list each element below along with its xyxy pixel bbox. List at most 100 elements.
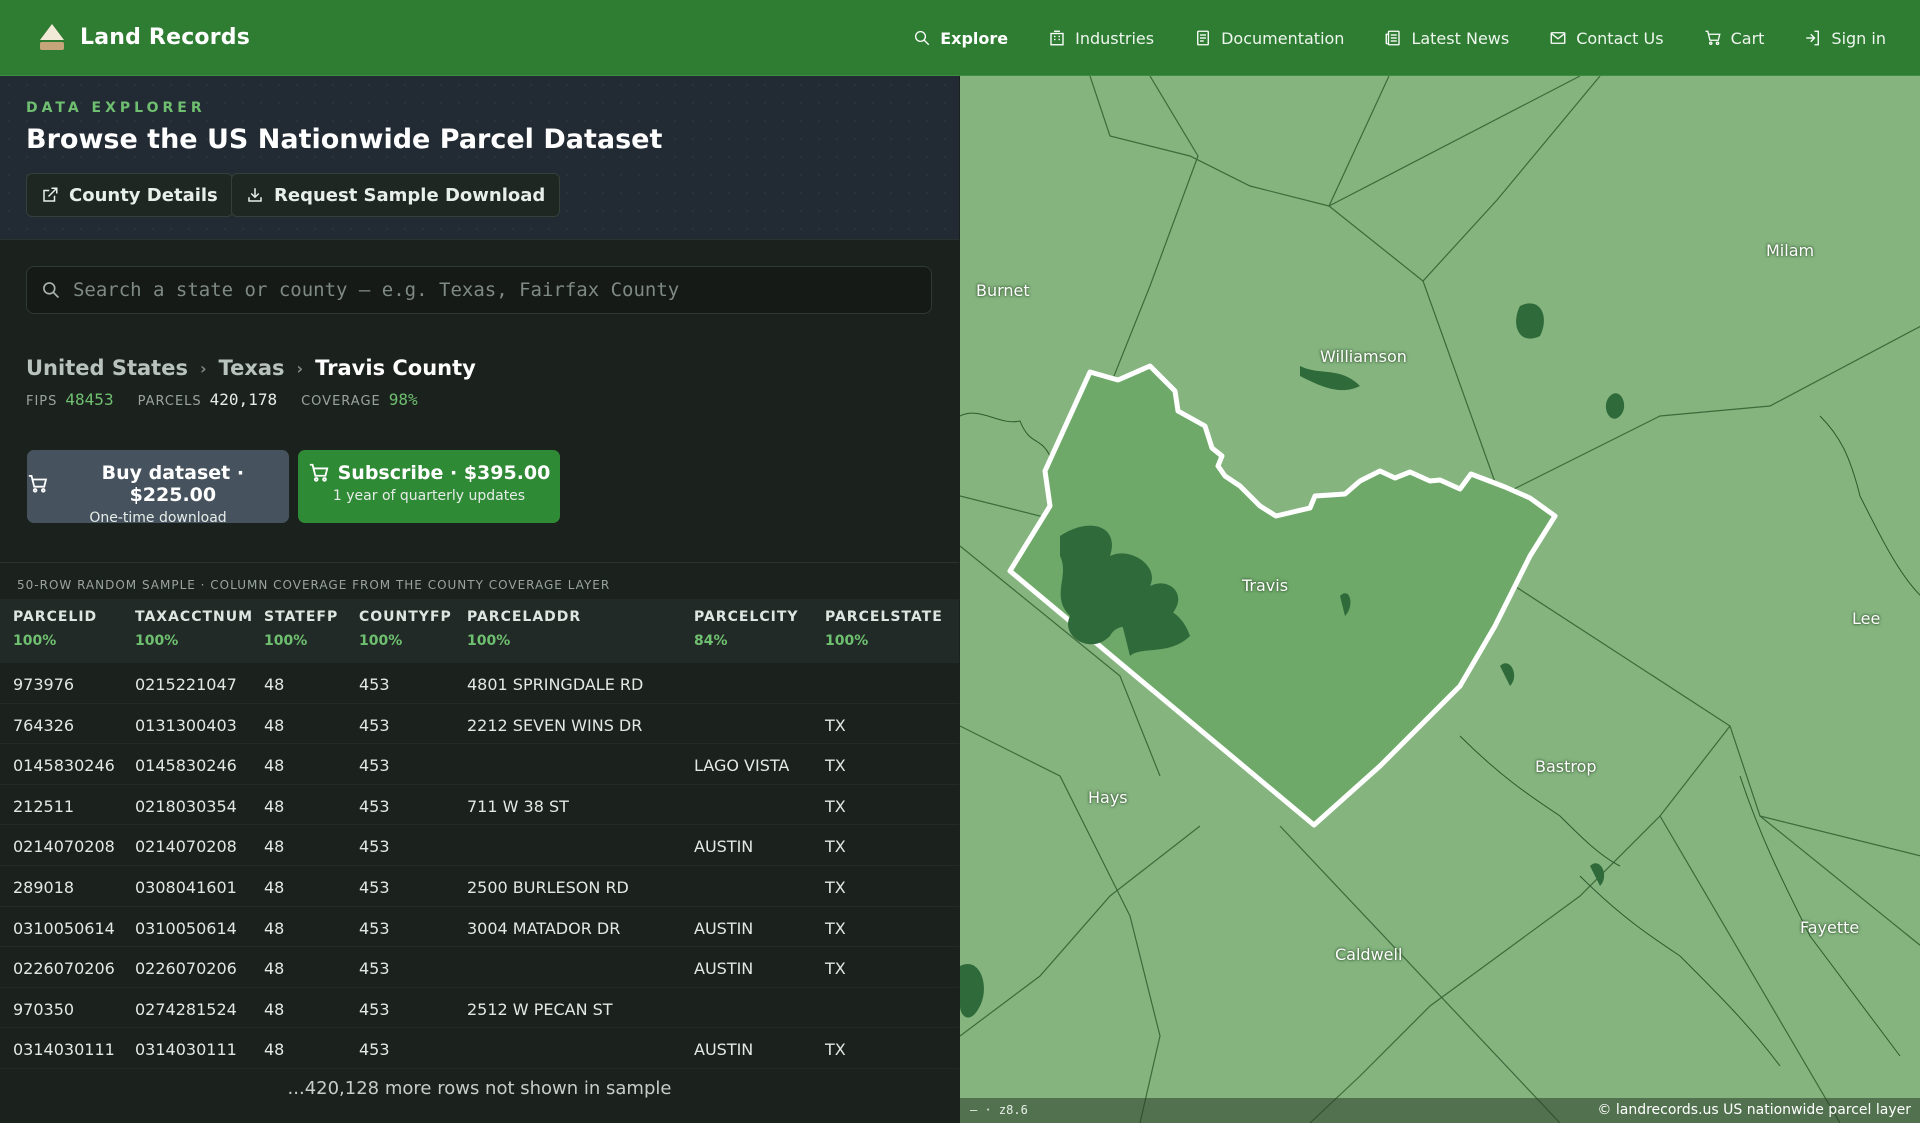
table-cell: TX — [825, 959, 846, 979]
column-header[interactable]: PARCELSTATE 100% — [825, 609, 943, 649]
column-header[interactable]: PARCELCITY 84% — [694, 609, 799, 649]
table-cell: 212511 — [13, 796, 75, 816]
table-cell: 0226070206 — [13, 959, 115, 979]
nav-contact-us[interactable]: Contact Us — [1549, 28, 1664, 48]
table-cell: TX — [825, 837, 846, 857]
table-cell: 2212 SEVEN WINS DR — [467, 715, 643, 735]
table-cell: TX — [825, 1040, 846, 1060]
table-row[interactable]: 970350 0274281524 48 453 2512 W PECAN ST — [0, 988, 959, 1029]
column-coverage: 100% — [825, 633, 869, 649]
table-cell: 453 — [359, 715, 390, 735]
subscribe-sublabel: 1 year of quarterly updates — [332, 488, 526, 504]
table-row[interactable]: 0314030111 0314030111 48 453 AUSTIN TX — [0, 1028, 959, 1069]
column-name: TAXACCTNUM — [135, 609, 254, 625]
nav-cart[interactable]: Cart — [1704, 28, 1765, 48]
table-cell: TX — [825, 796, 846, 816]
table-cell: 0145830246 — [135, 756, 237, 776]
nav-latest-news[interactable]: Latest News — [1384, 29, 1509, 48]
column-header[interactable]: PARCELID 100% — [13, 609, 97, 649]
buy-dataset-sublabel: One-time download — [89, 510, 227, 526]
nav-contact-us-label: Contact Us — [1576, 28, 1664, 48]
map-canvas[interactable] — [960, 76, 1920, 1123]
table-cell: 0214070208 — [135, 837, 237, 857]
table-row[interactable]: 0145830246 0145830246 48 453 LAGO VISTA TX — [0, 744, 959, 785]
map-label-travis: Travis — [1242, 576, 1289, 595]
map-label-hays: Hays — [1088, 788, 1128, 807]
table-row[interactable]: 0310050614 0310050614 48 453 3004 MATADOR DR… — [0, 907, 959, 948]
map-view[interactable]: Burnet Williamson Milam Travis Lee Bastr… — [959, 76, 1920, 1123]
nav-explore-label: Explore — [940, 28, 1009, 48]
county-details-label: County Details — [69, 184, 218, 206]
breadcrumb-country[interactable]: United States — [26, 356, 188, 380]
coverage-label: COVERAGE — [301, 394, 381, 409]
subscribe-button[interactable]: Subscribe · $395.00 1 year of quarterly … — [298, 450, 560, 523]
table-row[interactable]: 0226070206 0226070206 48 453 AUSTIN TX — [0, 947, 959, 988]
nav-sign-in-label: Sign in — [1831, 28, 1886, 48]
buy-dataset-label: Buy dataset · $225.00 — [101, 462, 245, 506]
column-header[interactable]: COUNTYFP 100% — [359, 609, 452, 649]
table-cell: 0314030111 — [135, 1040, 237, 1060]
map-attribution: © landrecords.us US nationwide parcel la… — [1597, 1102, 1911, 1118]
nav-documentation[interactable]: Documentation — [1194, 29, 1344, 48]
table-row[interactable]: 973976 0215221047 48 453 4801 SPRINGDALE RD — [0, 663, 959, 704]
search-icon — [43, 282, 60, 299]
table-cell: 0314030111 — [13, 1040, 115, 1060]
table-cell: 453 — [359, 959, 390, 979]
map-label-caldwell: Caldwell — [1335, 945, 1403, 964]
eyebrow: DATA EXPLORER — [26, 100, 206, 116]
table-row[interactable]: 0214070208 0214070208 48 453 AUSTIN TX — [0, 825, 959, 866]
table-cell: 289018 — [13, 877, 75, 897]
map-label-williamson: Williamson — [1320, 347, 1407, 366]
main-nav: Explore Industries Documentation Latest … — [873, 0, 1886, 76]
chevron-right-icon: › — [296, 358, 304, 378]
buy-dataset-button[interactable]: Buy dataset · $225.00 One-time download — [27, 450, 289, 526]
brand[interactable]: Land Records — [38, 22, 250, 52]
table-cell: 0145830246 — [13, 756, 115, 776]
map-label-fayette: Fayette — [1800, 918, 1860, 937]
table-cell: 0131300403 — [135, 715, 237, 735]
zoom-readout: — · z8.6 — [970, 1103, 1028, 1117]
request-sample-button[interactable]: Request Sample Download — [231, 173, 561, 217]
search-icon — [915, 30, 930, 46]
logo-icon — [40, 24, 64, 50]
column-header[interactable]: TAXACCTNUM 100% — [135, 609, 253, 649]
nav-cart-label: Cart — [1730, 28, 1765, 48]
table-cell: 453 — [359, 918, 390, 938]
nav-sign-in[interactable]: Sign in — [1804, 29, 1886, 48]
table-cell: LAGO VISTA — [694, 756, 790, 776]
table-cell: 0215221047 — [135, 675, 237, 694]
table-cell: AUSTIN — [694, 837, 754, 857]
breadcrumb-state[interactable]: Texas — [219, 356, 285, 380]
column-header[interactable]: PARCELADDR 100% — [467, 609, 581, 649]
table-cell: 453 — [359, 796, 390, 816]
external-link-icon — [43, 187, 58, 202]
column-name: PARCELADDR — [467, 609, 582, 625]
table-row[interactable]: 212511 0218030354 48 453 711 W 38 ST TX — [0, 785, 959, 826]
table-cell: 453 — [359, 1040, 390, 1060]
search-input[interactable] — [72, 279, 931, 301]
table-cell: 48 — [264, 756, 285, 776]
table-header: PARCELID 100% TAXACCTNUM 100% STATEFP 10… — [0, 599, 959, 663]
table-row[interactable]: 764326 0131300403 48 453 2212 SEVEN WINS DR T… — [0, 704, 959, 745]
explorer-panel: DATA EXPLORER Browse the US Nationwide P… — [0, 76, 959, 1123]
map-label-lee: Lee — [1852, 609, 1881, 628]
more-rows-note: ...420,128 more rows not shown in sample — [287, 1078, 672, 1099]
nav-industries[interactable]: Industries — [1048, 29, 1154, 48]
map-label-bastrop: Bastrop — [1535, 757, 1597, 776]
table-row[interactable]: 289018 0308041601 48 453 2500 BURLESON RD TX — [0, 866, 959, 907]
column-coverage: 100% — [359, 633, 403, 649]
divider — [0, 562, 959, 563]
cart-icon — [1705, 30, 1721, 46]
table-cell: AUSTIN — [694, 918, 754, 938]
table-cell: 0274281524 — [135, 999, 237, 1019]
county-details-button[interactable]: County Details — [26, 173, 233, 217]
nav-explore[interactable]: Explore — [913, 29, 1008, 48]
nav-industries-label: Industries — [1075, 28, 1155, 48]
table-cell: 453 — [359, 756, 390, 776]
map-footer: — · z8.6 © landrecords.us US nationwide … — [960, 1098, 1920, 1123]
county-meta: FIPS 48453 PARCELS 420,178 COVERAGE 98% — [26, 390, 434, 409]
search-bar — [26, 266, 932, 314]
table-cell: TX — [825, 756, 846, 776]
column-header[interactable]: STATEFP 100% — [264, 609, 338, 649]
column-name: COUNTYFP — [359, 609, 452, 625]
